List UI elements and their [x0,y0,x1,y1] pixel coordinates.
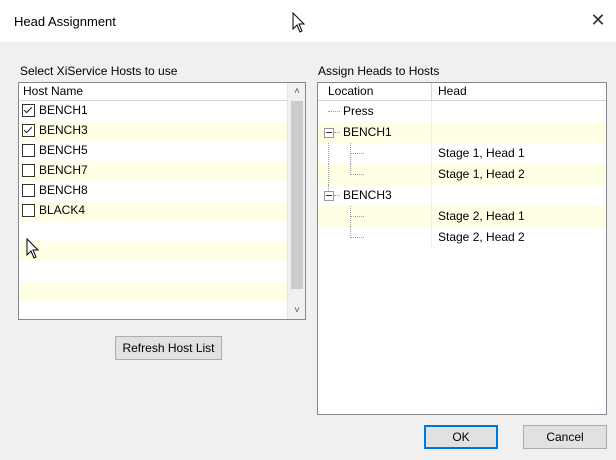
host-name: BENCH7 [39,163,88,177]
tree-location: BENCH1 [343,125,392,139]
host-name: BENCH3 [39,123,88,137]
empty-row [19,261,287,281]
tree-row-head[interactable]: Stage 2, Head 2 [318,227,606,248]
host-checkbox-bench8[interactable] [22,184,35,197]
mouse-cursor-icon [292,12,306,33]
tree-row-head[interactable]: Stage 1, Head 1 [318,143,606,164]
host-row-bench8[interactable]: BENCH8 [19,181,287,201]
tree-head: Stage 2, Head 2 [438,230,525,244]
tree-row-bench1[interactable]: BENCH1 [318,122,606,143]
location-column-header[interactable]: Location [328,84,373,98]
scroll-up-icon[interactable]: ˄ [288,83,305,100]
tree-row-bench3[interactable]: BENCH3 [318,185,606,206]
host-name: BENCH5 [39,143,88,157]
heads-column-headers: Location Head [318,83,606,101]
tree-head: Stage 1, Head 2 [438,167,525,181]
scroll-down-icon[interactable]: ˅ [288,302,305,319]
tree-row-head[interactable]: Stage 1, Head 2 [318,164,606,185]
tree-row-head[interactable]: Stage 2, Head 1 [318,206,606,227]
scroll-thumb[interactable] [291,101,303,289]
refresh-host-list-button[interactable]: Refresh Host List [115,336,222,360]
collapse-icon[interactable] [324,191,334,201]
host-name: BLACK4 [39,203,86,217]
host-checkbox-black4[interactable] [22,204,35,217]
column-divider[interactable] [431,83,432,100]
heads-tree[interactable]: Location Head Press BENCH1 Stage 1, Head… [317,82,607,415]
hosts-scrollbar[interactable]: ˄ ˅ [287,83,305,319]
host-name: BENCH8 [39,183,88,197]
host-row-black4[interactable]: BLACK4 [19,201,287,221]
empty-row [19,221,287,241]
tree-location: BENCH3 [343,188,392,202]
mouse-cursor-icon [26,238,40,259]
dialog-title: Head Assignment [14,14,116,29]
host-name-column-header[interactable]: Host Name [19,83,287,101]
empty-row [19,281,287,301]
host-checkbox-bench1[interactable] [22,104,35,117]
collapse-icon[interactable] [324,128,334,138]
host-row-bench7[interactable]: BENCH7 [19,161,287,181]
tree-head: Stage 2, Head 1 [438,209,525,223]
hosts-list[interactable]: Host Name BENCH1 BENCH3 BENCH5 BENCH7 BE… [18,82,306,320]
cancel-button[interactable]: Cancel [523,425,607,449]
host-checkbox-bench5[interactable] [22,144,35,157]
heads-panel-label: Assign Heads to Hosts [318,64,440,78]
host-row-bench3[interactable]: BENCH3 [19,121,287,141]
tree-location: Press [343,104,374,118]
tree-head: Stage 1, Head 1 [438,146,525,160]
close-icon[interactable]: ✕ [590,11,606,29]
host-checkbox-bench3[interactable] [22,124,35,137]
empty-row [19,301,287,319]
host-row-bench1[interactable]: BENCH1 [19,101,287,121]
head-column-header[interactable]: Head [438,84,467,98]
host-name: BENCH1 [39,103,88,117]
ok-button[interactable]: OK [424,425,498,449]
empty-row [19,241,287,261]
host-checkbox-bench7[interactable] [22,164,35,177]
host-row-bench5[interactable]: BENCH5 [19,141,287,161]
hosts-panel-label: Select XiService Hosts to use [20,64,178,78]
tree-row-press[interactable]: Press [318,101,606,122]
